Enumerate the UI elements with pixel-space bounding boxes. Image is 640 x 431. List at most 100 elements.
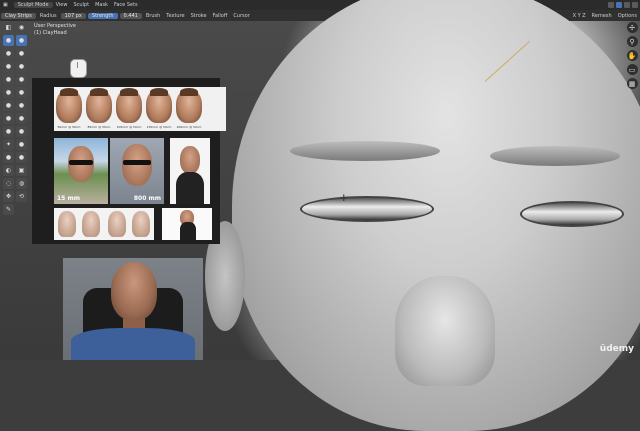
mode-selector[interactable]: Sculpt Mode <box>13 2 53 8</box>
clay-head-nose <box>395 276 495 386</box>
profile-face <box>180 146 200 174</box>
ref-face-2 <box>86 88 112 123</box>
snake-hook-icon[interactable]: ● <box>3 126 14 137</box>
pan-icon[interactable]: ✋ <box>626 50 638 61</box>
radius-label: Radius <box>39 12 57 19</box>
menu-view[interactable]: View <box>53 2 71 8</box>
ref-caption-3: 105mm @ 50cm <box>116 125 142 129</box>
flatten-icon[interactable]: ● <box>16 87 27 98</box>
object-label: (1) ClayHead <box>34 30 67 36</box>
lens-comparison-row: 15 mm 800 mm <box>54 138 210 204</box>
nudge-icon[interactable]: ● <box>16 139 27 150</box>
face-set-icon[interactable]: ◍ <box>16 178 27 189</box>
cursor-icon[interactable]: ◉ <box>16 22 27 33</box>
menu-face-sets[interactable]: Face Sets <box>111 2 141 8</box>
texture-menu[interactable]: Texture <box>163 13 187 19</box>
zoom-icon[interactable]: ⚲ <box>626 36 638 47</box>
fill-icon[interactable]: ● <box>3 100 14 111</box>
left-brow <box>290 141 440 161</box>
clay-icon[interactable]: ● <box>3 48 14 59</box>
profile-shirt <box>176 172 204 204</box>
ref-face-1 <box>56 88 82 123</box>
label-800mm: 800 mm <box>133 195 161 202</box>
slide-relax-icon[interactable]: ● <box>16 152 27 163</box>
thumb-icon[interactable]: ● <box>16 126 27 137</box>
solid-shading-icon[interactable] <box>616 2 622 8</box>
global-icon[interactable] <box>608 2 614 8</box>
ref-caption-5: 200mm @ 50cm <box>176 125 202 129</box>
photo-800mm-face <box>122 144 152 186</box>
smooth-icon[interactable]: ● <box>3 87 14 98</box>
strength-field[interactable]: 0.441 <box>119 12 142 19</box>
sunglasses-icon <box>123 160 151 165</box>
pinch-icon[interactable]: ● <box>3 113 14 124</box>
bust-sculpt-strip <box>54 208 154 240</box>
menu-mask[interactable]: Mask <box>92 2 111 8</box>
instructor-webcam-overlay <box>63 258 203 360</box>
select-icon[interactable]: ◧ <box>3 22 14 33</box>
brush-cursor-icon: ✛ <box>340 194 348 204</box>
draw-icon[interactable]: ● <box>3 35 14 46</box>
draw-sharp-icon[interactable]: ● <box>16 35 27 46</box>
crease-icon[interactable]: ● <box>16 74 27 85</box>
photo-15mm: 15 mm <box>54 138 108 204</box>
suit-body <box>180 222 196 240</box>
left-eye <box>300 196 434 222</box>
symmetry-toggles[interactable]: X Y Z <box>570 13 589 19</box>
move-icon[interactable]: ✥ <box>3 191 14 202</box>
bust-2 <box>82 211 100 237</box>
perspective-label: User Perspective <box>34 23 76 29</box>
suit-portrait <box>162 208 212 240</box>
layer-icon[interactable]: ● <box>3 61 14 72</box>
brush-selector[interactable]: Clay Strips <box>1 12 36 19</box>
strength-label: Strength <box>87 12 118 19</box>
material-shading-icon[interactable] <box>624 2 630 8</box>
rendered-shading-icon[interactable] <box>632 2 638 8</box>
ref-face-4 <box>146 88 172 123</box>
bust-4 <box>132 211 150 237</box>
bust-1 <box>58 211 76 237</box>
options-menu[interactable]: Options <box>615 13 640 19</box>
ortho-toggle-icon[interactable]: ▦ <box>626 78 638 89</box>
bust-reference-row <box>54 208 220 240</box>
annotate-icon[interactable]: ✎ <box>3 204 14 215</box>
ref-caption-1: 50mm @ 50cm <box>57 125 81 129</box>
ref-caption-2: 85mm @ 50cm <box>87 125 111 129</box>
viewport-info: User Perspective (1) ClayHead <box>34 23 76 37</box>
scrape-icon[interactable]: ● <box>16 100 27 111</box>
right-brow <box>490 146 620 166</box>
menu-sculpt[interactable]: Sculpt <box>70 2 92 8</box>
brush-menu[interactable]: Brush <box>143 13 163 19</box>
remesh-menu[interactable]: Remesh <box>589 13 615 19</box>
webcam-instructor-head <box>111 262 157 320</box>
bust-3 <box>108 211 126 237</box>
inflate-icon[interactable]: ● <box>16 61 27 72</box>
rotate-icon[interactable]: ● <box>3 152 14 163</box>
editor-type-icon[interactable]: ▣ <box>0 2 11 8</box>
transform-icon[interactable]: ⟲ <box>16 191 27 202</box>
lasso-mask-icon[interactable]: ◌ <box>3 178 14 189</box>
mask-icon[interactable]: ◐ <box>3 165 14 176</box>
sculpt-toolbar: ◧ ◉ ● ● ● ● ● ● ● ● ● ● ● ● ● ● ● ● ✦ ● ● ● ◐ ▣ ◌ ◍ ✥… <box>3 22 29 215</box>
photo-800mm: 800 mm <box>110 138 164 204</box>
grab-icon[interactable]: ● <box>16 113 27 124</box>
radius-field[interactable]: 107 px <box>60 12 86 19</box>
clay-strips-icon[interactable]: ● <box>16 48 27 59</box>
webcam-shirt <box>71 328 195 360</box>
reference-image-panel: 50mm @ 50cm 85mm @ 50cm 105mm @ 50cm 135… <box>32 78 226 244</box>
pose-icon[interactable]: ✦ <box>3 139 14 150</box>
box-mask-icon[interactable]: ▣ <box>16 165 27 176</box>
blob-icon[interactable]: ● <box>3 74 14 85</box>
right-eye <box>520 201 624 227</box>
stroke-menu[interactable]: Stroke <box>188 13 210 19</box>
focal-length-strip: 50mm @ 50cm 85mm @ 50cm 105mm @ 50cm 135… <box>54 87 226 131</box>
ref-face-3 <box>116 88 142 123</box>
cursor-menu[interactable]: Cursor <box>230 13 252 19</box>
axis-gizmo-icon[interactable]: ✢ <box>626 22 638 33</box>
falloff-menu[interactable]: Falloff <box>210 13 231 19</box>
navigation-gizmo: ✢ ⚲ ✋ ▭ ▦ <box>626 22 638 89</box>
camera-icon[interactable]: ▭ <box>626 64 638 75</box>
mouse-icon <box>70 59 87 78</box>
sunglasses-icon <box>69 160 93 165</box>
profile-photo <box>170 138 210 204</box>
